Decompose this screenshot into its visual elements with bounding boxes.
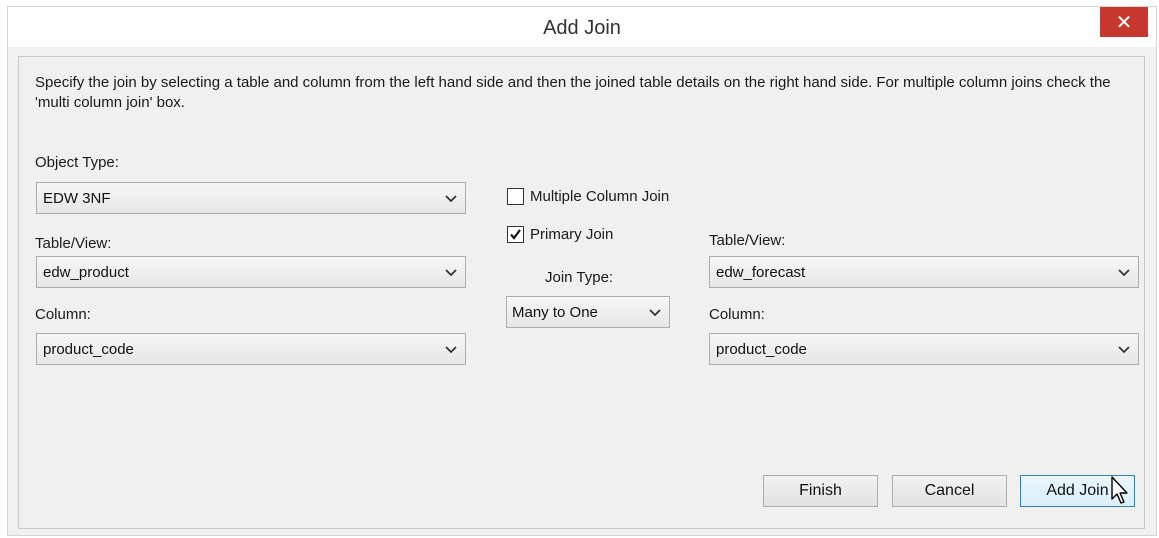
chevron-down-icon <box>445 195 457 203</box>
left-column-label: Column: <box>35 306 91 323</box>
chevron-down-icon <box>649 309 661 317</box>
left-table-label: Table/View: <box>35 235 112 252</box>
right-table-select[interactable]: edw_forecast <box>709 256 1139 288</box>
chevron-down-icon <box>445 346 457 354</box>
primary-join-checkbox[interactable] <box>507 226 524 243</box>
dialog-body: Specify the join by selecting a table an… <box>18 56 1145 529</box>
left-table-select[interactable]: edw_product <box>36 256 466 288</box>
title-bar: Add Join ✕ <box>8 7 1156 47</box>
object-type-select[interactable]: EDW 3NF <box>36 182 466 214</box>
left-column-value: product_code <box>43 341 134 358</box>
right-table-value: edw_forecast <box>716 264 806 281</box>
multiple-column-join-checkbox[interactable] <box>507 188 524 205</box>
primary-join-label: Primary Join <box>530 226 614 243</box>
join-type-value: Many to One <box>512 304 598 321</box>
chevron-down-icon <box>445 269 457 277</box>
left-table-value: edw_product <box>43 264 129 281</box>
cancel-button[interactable]: Cancel <box>892 475 1007 507</box>
right-column-select[interactable]: product_code <box>709 333 1139 365</box>
object-type-label: Object Type: <box>35 154 119 171</box>
left-column-select[interactable]: product_code <box>36 333 466 365</box>
right-column-label: Column: <box>709 306 765 323</box>
right-column-value: product_code <box>716 341 807 358</box>
finish-button[interactable]: Finish <box>763 475 878 507</box>
checkmark-icon <box>510 229 521 240</box>
right-table-label: Table/View: <box>709 232 786 249</box>
join-type-select[interactable]: Many to One <box>506 296 670 328</box>
close-icon: ✕ <box>1115 11 1133 34</box>
object-type-value: EDW 3NF <box>43 190 111 207</box>
chevron-down-icon <box>1118 346 1130 354</box>
instructions-text: Specify the join by selecting a table an… <box>35 74 1111 111</box>
chevron-down-icon <box>1118 269 1130 277</box>
multiple-column-join-label: Multiple Column Join <box>530 188 670 205</box>
dialog-title: Add Join <box>543 17 621 39</box>
close-button[interactable]: ✕ <box>1100 7 1148 37</box>
join-type-label: Join Type: <box>545 269 614 286</box>
mouse-cursor-icon <box>1111 476 1128 504</box>
